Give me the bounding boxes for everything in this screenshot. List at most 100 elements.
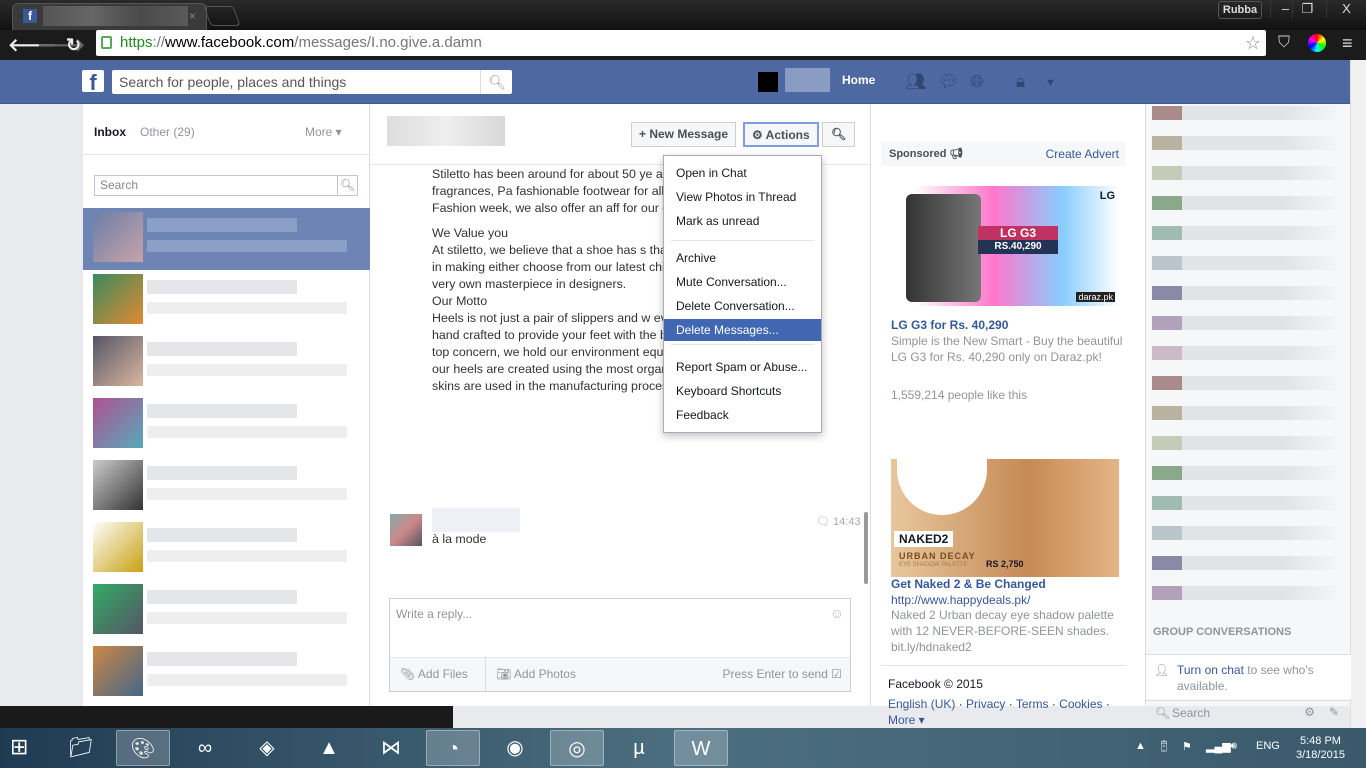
- chat-contact-blurred[interactable]: [1152, 286, 1342, 300]
- chat-search-input[interactable]: 🔍︎ Search ⚙ ✎: [1146, 700, 1351, 726]
- chat-contact-blurred[interactable]: [1152, 376, 1342, 390]
- turn-on-chat-link[interactable]: Turn on chat: [1177, 663, 1244, 677]
- ad-title-link[interactable]: LG G3 for Rs. 40,290: [891, 318, 1008, 332]
- conversation-list-item[interactable]: [83, 456, 370, 518]
- menu-item-delete-messages[interactable]: Delete Messages...: [664, 319, 821, 341]
- facebook-logo[interactable]: f: [82, 70, 104, 95]
- page-scrollbar[interactable]: [1350, 60, 1366, 728]
- shield-extension-icon[interactable]: ⛉: [1278, 34, 1290, 52]
- new-tab-button[interactable]: [203, 6, 241, 26]
- reload-icon[interactable]: ↻: [66, 35, 81, 56]
- messages-icon[interactable]: 💬︎: [938, 72, 960, 92]
- taskbar-word-icon[interactable]: W: [674, 730, 728, 766]
- inbox-search-input[interactable]: Search 🔍︎: [94, 175, 358, 196]
- taskbar-visual-studio-icon[interactable]: ⋈: [364, 730, 418, 766]
- taskbar-utorrent-icon[interactable]: µ: [612, 730, 666, 766]
- tray-show-hidden-icon[interactable]: ▲: [1135, 740, 1146, 752]
- profile-avatar[interactable]: [758, 72, 778, 92]
- menu-item-view-photos-in-thread[interactable]: View Photos in Thread: [664, 186, 821, 208]
- menu-item-archive[interactable]: Archive: [664, 247, 821, 269]
- tab-inbox[interactable]: Inbox: [94, 125, 126, 139]
- conversation-list-item[interactable]: [83, 332, 370, 394]
- taskbar-app-icon[interactable]: ◔: [426, 730, 480, 766]
- add-files-button[interactable]: 📎︎ Add Files: [400, 658, 468, 691]
- reply-composer[interactable]: Write a reply... ☺ 📎︎ Add Files 📷︎ Add P…: [389, 598, 851, 692]
- menu-item-delete-conversation[interactable]: Delete Conversation...: [664, 295, 821, 317]
- chat-contact-blurred[interactable]: [1152, 556, 1342, 570]
- taskbar-clock[interactable]: 5:48 PM 3/18/2015: [1296, 734, 1345, 762]
- menu-icon[interactable]: ≡: [1342, 33, 1353, 54]
- notifications-globe-icon[interactable]: 🌐︎: [970, 72, 984, 92]
- tray-power-icon[interactable]: 🔋︎: [1157, 740, 1171, 753]
- close-window-button[interactable]: X: [1326, 0, 1366, 18]
- restore-button[interactable]: ❐: [1292, 0, 1322, 18]
- bookmark-star-icon[interactable]: ☆: [1245, 30, 1261, 56]
- thread-scrollbar[interactable]: [864, 512, 868, 584]
- conversation-list-item[interactable]: [83, 642, 370, 704]
- profile-user-badge[interactable]: Rubba: [1218, 1, 1262, 19]
- language-indicator[interactable]: ENG: [1256, 740, 1280, 752]
- taskbar-matlab-icon[interactable]: ▲: [302, 730, 356, 766]
- conversation-list-item[interactable]: [83, 580, 370, 642]
- chat-contact-blurred[interactable]: [1152, 586, 1342, 600]
- taskbar-arduino-icon[interactable]: ∞: [178, 730, 232, 766]
- conversation-list-item[interactable]: [83, 208, 370, 270]
- taskbar-unity-icon[interactable]: ◈: [240, 730, 294, 766]
- tab-close-icon[interactable]: ×: [189, 9, 196, 23]
- chat-contact-blurred[interactable]: [1152, 136, 1342, 150]
- footer-link-cookies[interactable]: Cookies: [1059, 697, 1102, 711]
- chat-contact-blurred[interactable]: [1152, 406, 1342, 420]
- menu-item-mute-conversation[interactable]: Mute Conversation...: [664, 271, 821, 293]
- emoticon-icon[interactable]: ☺: [830, 605, 844, 621]
- chat-contact-blurred[interactable]: [1152, 106, 1342, 120]
- menu-item-keyboard-shortcuts[interactable]: Keyboard Shortcuts: [664, 380, 821, 402]
- home-link[interactable]: Home: [842, 73, 875, 87]
- menu-item-open-in-chat[interactable]: Open in Chat: [664, 162, 821, 184]
- footer-more-link[interactable]: More ▾: [888, 713, 925, 727]
- new-message-button[interactable]: + New Message: [631, 122, 737, 147]
- create-advert-link[interactable]: Create Advert: [1046, 147, 1119, 161]
- windows-start-icon[interactable]: ⊞: [10, 734, 28, 760]
- tab-other[interactable]: Other (29): [140, 125, 195, 139]
- account-chevron-down-icon[interactable]: ▼: [1045, 77, 1056, 89]
- actions-button[interactable]: ⚙ Actions: [743, 122, 819, 147]
- tray-flag-icon[interactable]: ⚑: [1182, 740, 1192, 753]
- chat-contact-blurred[interactable]: [1152, 166, 1342, 180]
- conversation-list-item[interactable]: [83, 270, 370, 332]
- menu-item-report-spam-or-abuse[interactable]: Report Spam or Abuse...: [664, 356, 821, 378]
- taskbar-paint-icon[interactable]: 🎨︎: [116, 730, 170, 766]
- chat-contact-blurred[interactable]: [1152, 256, 1342, 270]
- sender-name-blurred[interactable]: [432, 508, 520, 532]
- menu-item-feedback[interactable]: Feedback: [664, 404, 821, 426]
- taskbar-chrome-icon[interactable]: ◎: [550, 730, 604, 766]
- chat-contact-blurred[interactable]: [1152, 526, 1342, 540]
- facebook-search-input[interactable]: Search for people, places and things 🔍︎: [112, 70, 512, 94]
- profile-name-blurred[interactable]: [785, 68, 830, 92]
- chat-contact-blurred[interactable]: [1152, 346, 1342, 360]
- menu-item-mark-as-unread[interactable]: Mark as unread: [664, 210, 821, 232]
- sender-avatar[interactable]: [390, 514, 422, 546]
- chat-contact-blurred[interactable]: [1152, 226, 1342, 240]
- more-dropdown[interactable]: More ▾: [305, 125, 342, 139]
- naked2-ad-image[interactable]: NAKED2 URBAN DECAY EYE SHADOW PALETTE RS…: [891, 459, 1119, 577]
- chat-contact-blurred[interactable]: [1152, 316, 1342, 330]
- browser-tab[interactable]: f ×: [12, 3, 207, 30]
- search-icon[interactable]: 🔍︎: [480, 70, 506, 94]
- tray-volume-icon[interactable]: 🔊︎: [1230, 740, 1237, 753]
- chat-contact-blurred[interactable]: [1152, 466, 1342, 480]
- compose-icon[interactable]: ✎: [1329, 705, 1339, 719]
- tray-network-icon[interactable]: ▂▄▆: [1206, 740, 1231, 753]
- add-photos-button[interactable]: 📷︎ Add Photos: [496, 658, 576, 691]
- footer-link-terms[interactable]: Terms: [1016, 697, 1049, 711]
- taskbar-file-explorer-icon[interactable]: 📁︎: [54, 730, 108, 766]
- press-enter-toggle[interactable]: Press Enter to send ☑: [723, 658, 843, 691]
- thread-search-button[interactable]: 🔍︎: [822, 122, 856, 147]
- footer-link-language[interactable]: English (UK): [888, 697, 955, 711]
- taskbar-vlc-icon[interactable]: ◉: [488, 730, 542, 766]
- ad-url-link[interactable]: http://www.happydeals.pk/: [891, 592, 1126, 608]
- search-icon[interactable]: 🔍︎: [337, 176, 357, 195]
- conversation-list-item[interactable]: [83, 518, 370, 580]
- chat-contact-blurred[interactable]: [1152, 496, 1342, 510]
- footer-link-privacy[interactable]: Privacy: [966, 697, 1005, 711]
- chat-contact-blurred[interactable]: [1152, 436, 1342, 450]
